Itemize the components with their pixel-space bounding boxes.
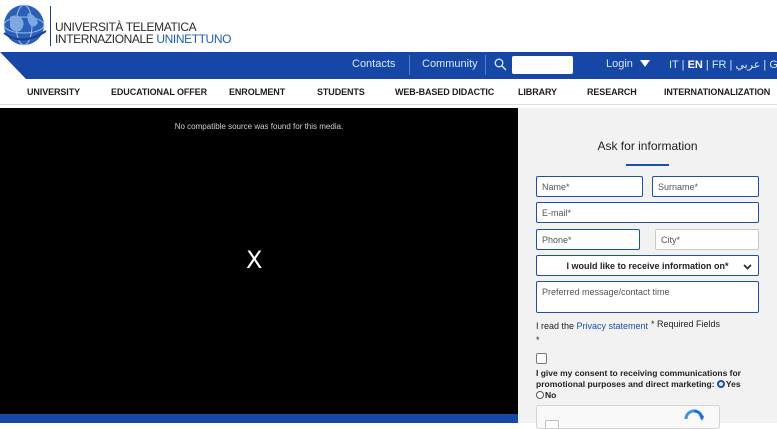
title-underline xyxy=(626,164,669,166)
lang-ar[interactable]: عربي xyxy=(735,59,760,71)
university-logo-text[interactable]: UNIVERSITÀ TELEMATICA INTERNAZIONALE UNI… xyxy=(55,21,231,45)
video-player[interactable]: No compatible source was found for this … xyxy=(0,108,518,414)
email-field[interactable]: E-mail* xyxy=(536,202,759,223)
contacts-link[interactable]: Contacts xyxy=(352,58,395,70)
main-navigation: UNIVERSITY EDUCATIONAL OFFER ENROLMENT S… xyxy=(0,79,777,105)
privacy-asterisk: * xyxy=(536,335,540,345)
information-request-form: Ask for information Name* Surname* E-mai… xyxy=(518,108,777,429)
consent-text-line-2: promotional purposes and direct marketin… xyxy=(536,379,741,389)
recaptcha-checkbox[interactable] xyxy=(545,420,559,428)
search-icon[interactable] xyxy=(494,58,507,71)
lang-gr[interactable]: GR xyxy=(769,59,777,71)
nav-web-based-didactic[interactable]: WEB-BASED DIDACTIC xyxy=(395,87,494,97)
consent-no-radio[interactable] xyxy=(536,391,544,399)
community-link[interactable]: Community xyxy=(422,58,478,70)
consent-yes-label: Yes xyxy=(725,379,741,389)
lang-it[interactable]: IT xyxy=(669,59,679,71)
phone-field[interactable]: Phone* xyxy=(536,229,640,250)
name-field[interactable]: Name* xyxy=(536,176,643,197)
city-field[interactable]: City* xyxy=(655,229,759,250)
form-title: Ask for information xyxy=(597,139,698,153)
video-close-button[interactable]: X xyxy=(246,246,262,274)
nav-educational-offer[interactable]: EDUCATIONAL OFFER xyxy=(111,87,207,97)
language-switcher: IT | EN | FR | عربي | GR xyxy=(669,58,777,71)
consent-no-option: No xyxy=(536,390,556,400)
login-label: Login xyxy=(606,58,633,70)
privacy-checkbox[interactable] xyxy=(536,353,547,364)
lang-fr[interactable]: FR xyxy=(712,59,727,71)
nav-internationalization[interactable]: INTERNATIONALIZATION xyxy=(664,87,770,97)
search-input[interactable] xyxy=(512,56,573,74)
consent-no-label: No xyxy=(545,390,557,400)
top-utility-bar: Contacts Community Login IT | EN | FR | … xyxy=(0,52,777,79)
recaptcha-logo-icon xyxy=(684,409,704,421)
lang-en[interactable]: EN xyxy=(688,59,703,71)
site-header: UNIVERSITÀ TELEMATICA INTERNAZIONALE UNI… xyxy=(0,0,777,52)
login-menu[interactable]: Login xyxy=(606,58,650,70)
consent-yes-radio[interactable] xyxy=(716,380,725,388)
logo-divider xyxy=(50,6,51,46)
nav-enrolment[interactable]: ENROLMENT xyxy=(229,87,285,97)
chevron-down-icon xyxy=(743,264,752,270)
nav-library[interactable]: LIBRARY xyxy=(518,87,557,97)
separator xyxy=(485,55,486,75)
globe-logo-icon[interactable] xyxy=(2,3,48,47)
nav-students[interactable]: STUDENTS xyxy=(317,87,365,97)
required-fields-note: * Required Fields xyxy=(651,319,721,329)
privacy-statement-link[interactable]: Privacy statement xyxy=(577,321,649,331)
footer-strip xyxy=(0,414,518,423)
select-label: I would like to receive information on* xyxy=(566,261,729,271)
privacy-statement-line: I read the Privacy statement xyxy=(536,321,649,331)
consent-text-line-1: I give my consent to receiving communica… xyxy=(536,368,741,378)
logo-line-2: INTERNAZIONALE UNINETTUNO xyxy=(55,32,232,46)
caret-down-icon xyxy=(639,60,650,67)
information-topic-select[interactable]: I would like to receive information on* xyxy=(536,255,759,276)
nav-university[interactable]: UNIVERSITY xyxy=(27,87,80,97)
preferred-contact-textarea[interactable]: Preferred message/contact time xyxy=(536,281,759,313)
nav-research[interactable]: RESEARCH xyxy=(587,87,637,97)
video-error-message: No compatible source was found for this … xyxy=(174,122,344,131)
surname-field[interactable]: Surname* xyxy=(652,176,759,197)
separator xyxy=(409,55,410,75)
recaptcha-widget[interactable] xyxy=(536,405,720,429)
